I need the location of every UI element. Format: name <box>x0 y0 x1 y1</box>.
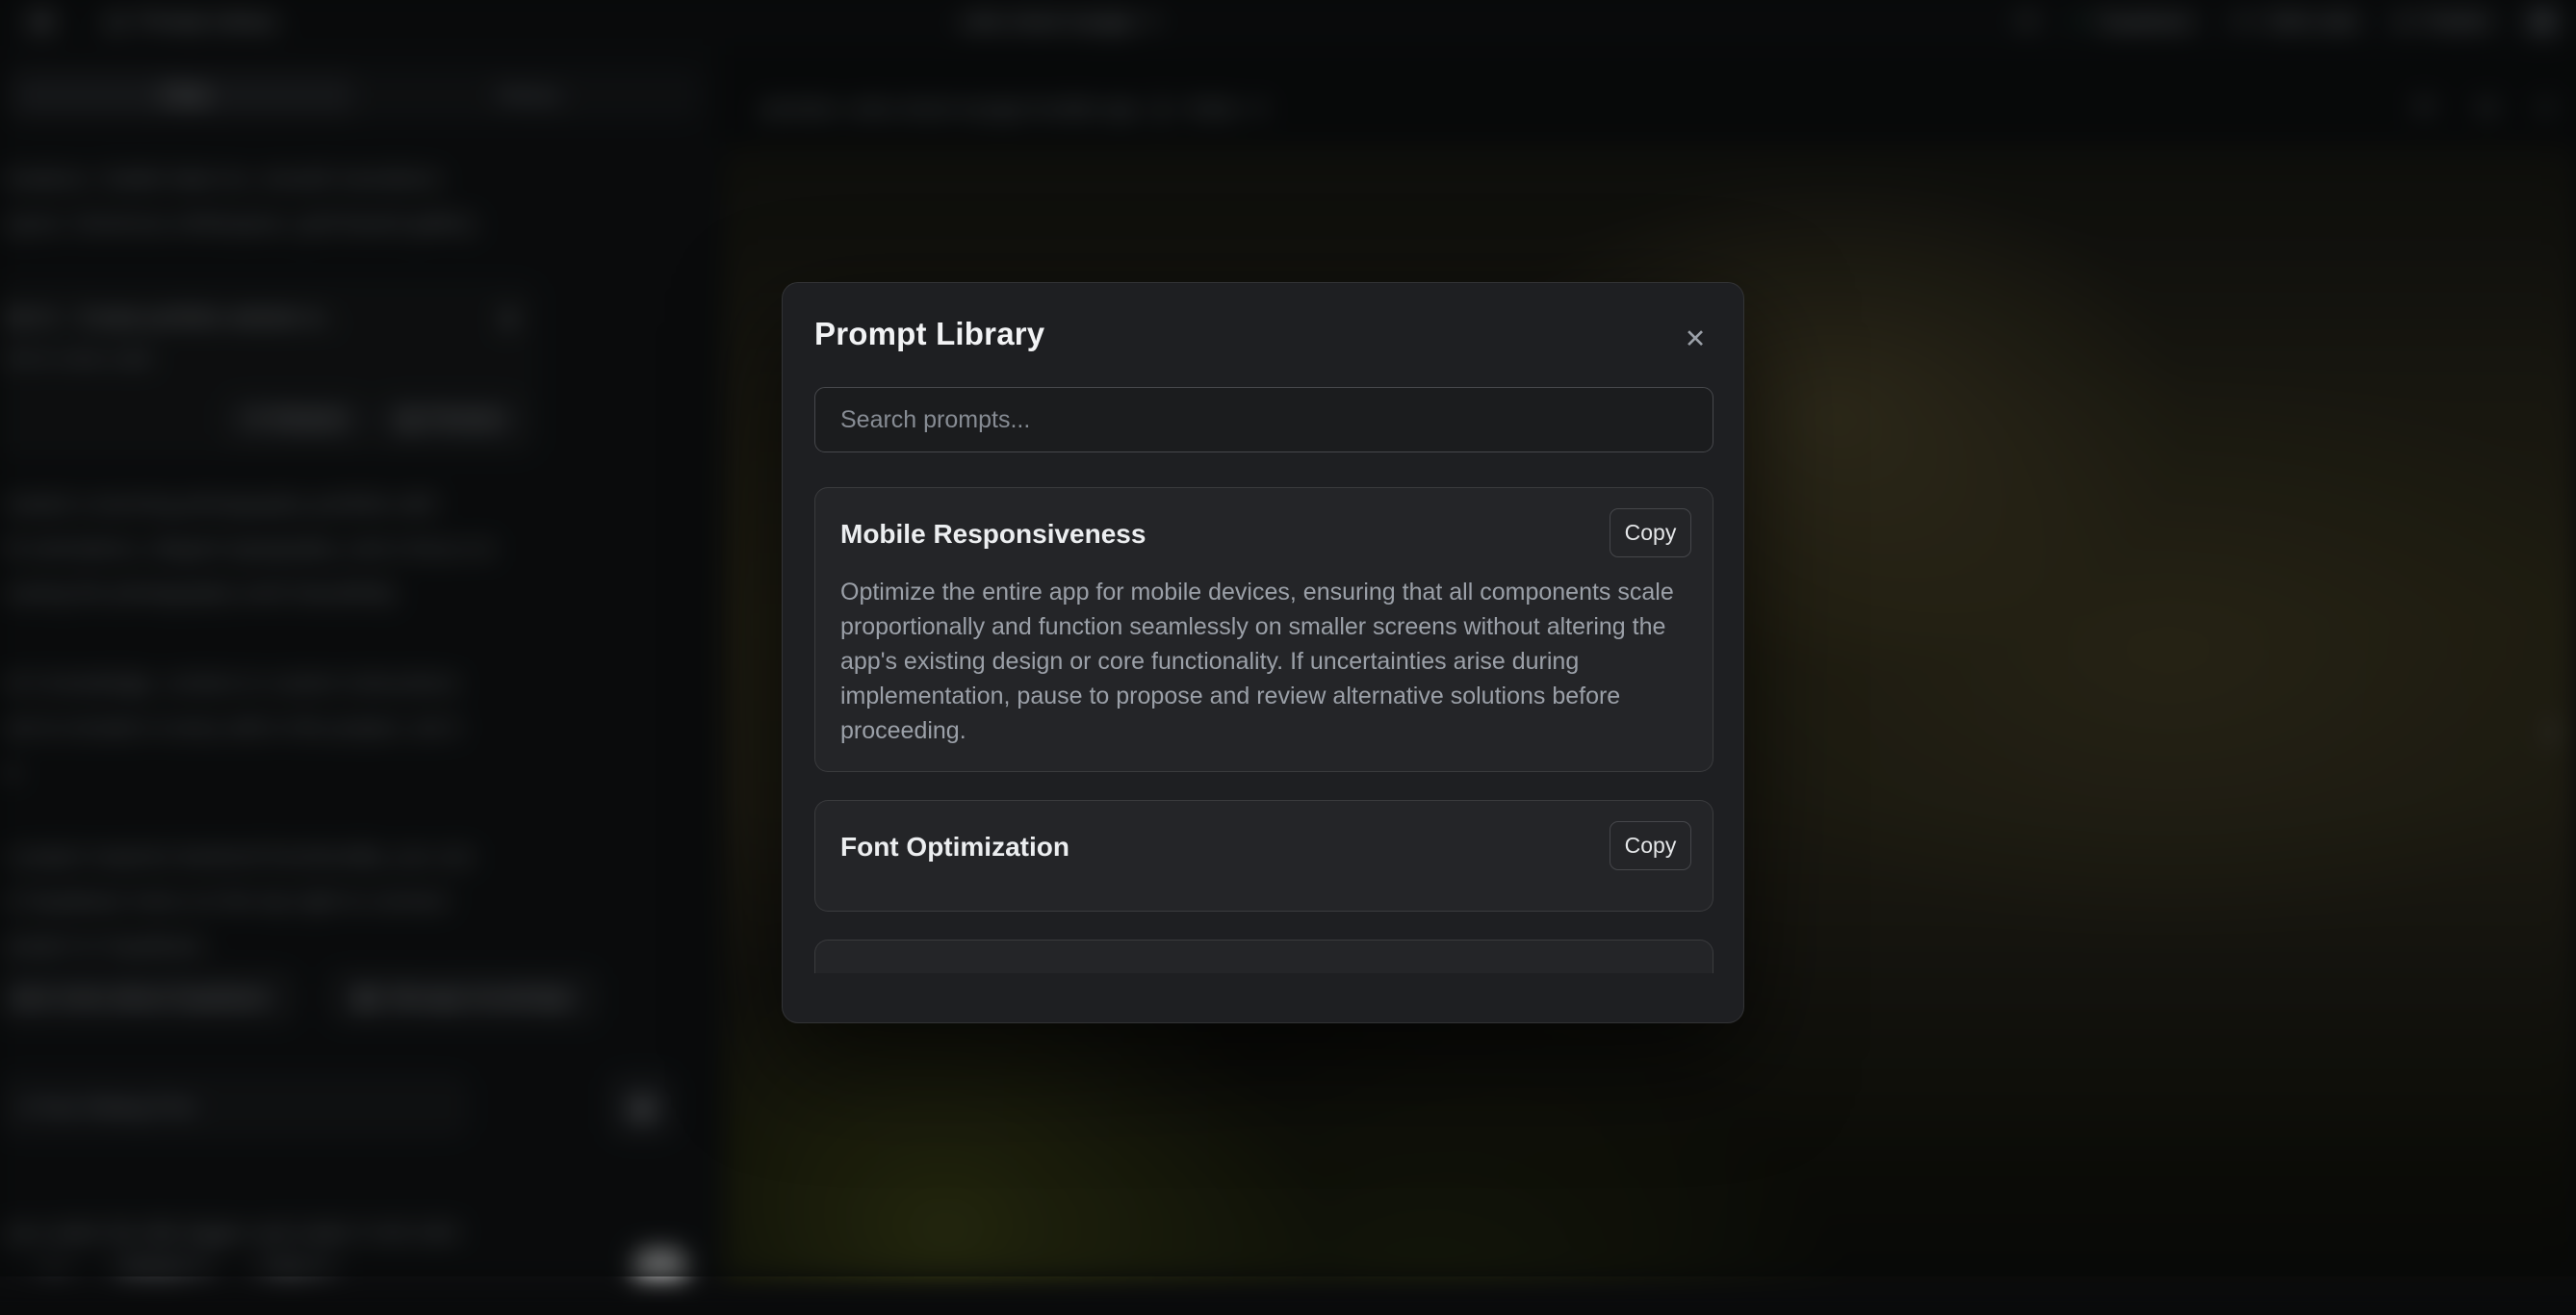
modal-title: Prompt Library <box>814 316 1044 352</box>
copy-button[interactable]: Copy <box>1610 821 1691 870</box>
prompt-list: Mobile Responsiveness Copy Optimize the … <box>814 487 1713 973</box>
prompt-card-partial <box>814 940 1713 973</box>
search-prompts-input[interactable] <box>814 387 1713 452</box>
prompt-card-font-optimization: Font Optimization Copy <box>814 800 1713 912</box>
close-icon[interactable]: ✕ <box>1676 320 1714 358</box>
prompt-card-body: Optimize the entire app for mobile devic… <box>840 575 1692 748</box>
prompt-card-mobile-responsiveness: Mobile Responsiveness Copy Optimize the … <box>814 487 1713 772</box>
prompt-card-title: Font Optimization <box>840 832 1687 863</box>
copy-button[interactable]: Copy <box>1610 508 1691 557</box>
prompt-library-modal: Prompt Library ✕ Mobile Responsiveness C… <box>782 282 1744 1023</box>
prompt-card-title: Mobile Responsiveness <box>840 519 1687 550</box>
